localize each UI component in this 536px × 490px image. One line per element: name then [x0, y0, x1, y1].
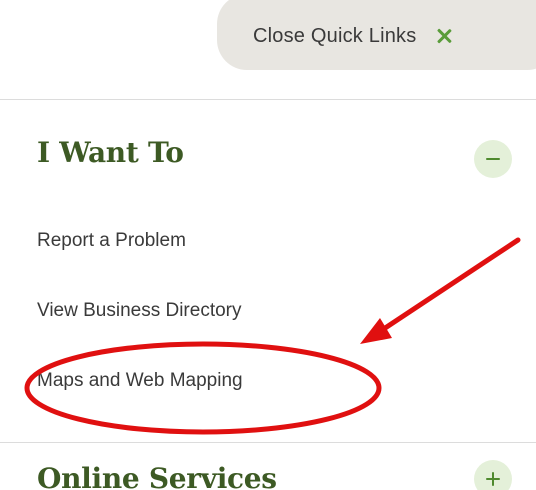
pointer-arrow-line [373, 237, 521, 337]
link-report-a-problem[interactable]: Report a Problem [37, 230, 186, 252]
close-x-icon [436, 28, 452, 44]
plus-icon-vertical [491, 472, 495, 486]
minus-icon [486, 158, 500, 161]
link-maps-and-web-mapping[interactable]: Maps and Web Mapping [37, 370, 243, 392]
close-quick-links-label: Close Quick Links [253, 24, 417, 47]
close-quick-links-button[interactable]: Close Quick Links [217, 0, 536, 70]
section-heading-online-services[interactable]: Online Services [37, 462, 277, 490]
expand-section-button[interactable] [474, 460, 512, 490]
collapse-section-button[interactable] [474, 140, 512, 178]
top-divider [0, 99, 536, 100]
link-view-business-directory[interactable]: View Business Directory [37, 300, 242, 322]
bottom-divider [0, 442, 536, 443]
quick-links-panel: Close Quick Links I Want To Report a Pro… [0, 0, 536, 490]
section-heading-i-want-to[interactable]: I Want To [37, 136, 184, 169]
pointer-arrow-head [360, 318, 392, 344]
